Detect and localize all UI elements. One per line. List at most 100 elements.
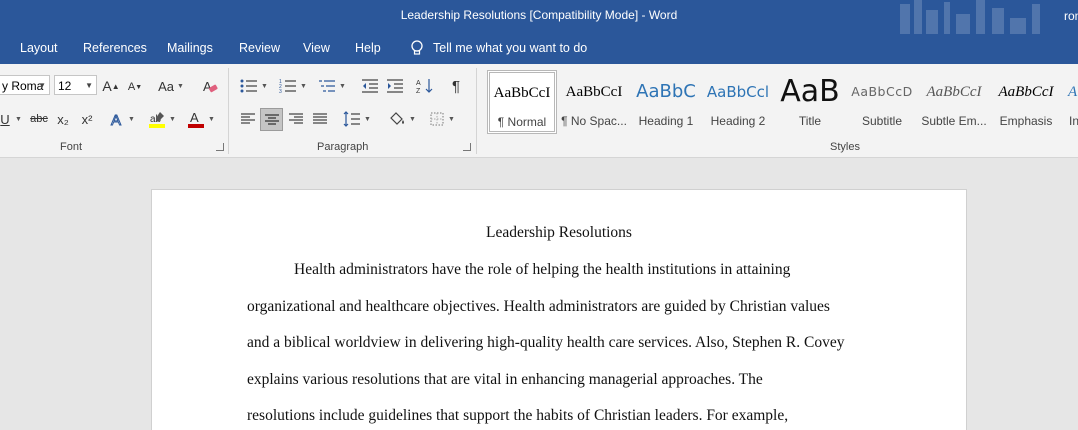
style-subtle-emphasis[interactable]: AaBbCcI Subtle Em... xyxy=(919,70,989,134)
underline-dropdown[interactable]: ▼ xyxy=(12,109,22,129)
chevron-down-icon: ▼ xyxy=(85,81,93,90)
font-color-button[interactable]: A ▼ xyxy=(184,109,218,129)
font-dialog-launcher[interactable] xyxy=(216,143,224,151)
change-case-button[interactable]: Aa ▼ xyxy=(156,76,186,96)
strikethrough-button[interactable]: abc xyxy=(29,109,49,129)
multilevel-list-button[interactable]: ▼ xyxy=(316,76,348,96)
style-label: Heading 2 xyxy=(710,114,766,128)
shading-button[interactable]: ▼ xyxy=(385,108,419,130)
clear-formatting-icon: A xyxy=(203,79,218,94)
style-preview: AaB xyxy=(780,74,840,109)
text-effects-icon: A xyxy=(111,112,122,128)
style-intense-emphasis[interactable]: A In xyxy=(1063,70,1078,134)
style-preview: AaBbCcI xyxy=(565,84,623,100)
sort-button[interactable]: AZ xyxy=(414,76,436,96)
align-right-button[interactable] xyxy=(285,108,307,130)
style-preview: AaBbCcI xyxy=(493,85,551,101)
sort-icon: AZ xyxy=(416,79,433,95)
style-heading-1[interactable]: AaBbC Heading 1 xyxy=(631,70,701,134)
paint-bucket-icon xyxy=(390,112,405,125)
style-normal[interactable]: AaBbCcI ¶ Normal xyxy=(487,70,557,134)
style-subtitle[interactable]: AaBbCcD Subtitle xyxy=(847,70,917,134)
align-center-icon xyxy=(264,113,279,125)
text-effects-button[interactable]: A ▼ xyxy=(108,109,136,129)
svg-text:Z: Z xyxy=(416,88,421,95)
align-right-icon xyxy=(289,113,303,124)
borders-button[interactable]: ▼ xyxy=(425,108,459,130)
paragraph-dialog-launcher[interactable] xyxy=(463,143,471,151)
highlighter-icon: ab xyxy=(149,112,166,128)
tab-references[interactable]: References xyxy=(83,41,147,55)
window-title: Leadership Resolutions [Compatibility Mo… xyxy=(400,8,678,22)
multilevel-list-icon xyxy=(319,80,336,92)
highlight-color-button[interactable]: ab ▼ xyxy=(145,109,179,129)
decrease-indent-button[interactable] xyxy=(359,76,381,96)
style-title[interactable]: AaB Title xyxy=(775,70,845,134)
style-preview: AaBbCcI xyxy=(926,84,982,100)
lightbulb-icon xyxy=(411,40,423,55)
tell-me-box[interactable]: Tell me what you want to do xyxy=(410,40,587,56)
tell-me-text: Tell me what you want to do xyxy=(433,41,588,55)
style-no-spacing[interactable]: AaBbCcI ¶ No Spac... xyxy=(559,70,629,134)
style-heading-2[interactable]: AaBbCcl Heading 2 xyxy=(703,70,773,134)
font-color-icon: A xyxy=(188,110,205,128)
svg-text:3: 3 xyxy=(279,89,282,94)
tab-view[interactable]: View xyxy=(303,41,330,55)
justify-button[interactable] xyxy=(309,108,331,130)
style-label: Emphasis xyxy=(999,114,1053,128)
decrease-indent-icon xyxy=(362,79,378,93)
svg-text:A: A xyxy=(416,80,421,87)
show-formatting-marks-button[interactable]: ¶ xyxy=(446,76,466,96)
font-group-label: Font xyxy=(60,141,83,153)
tab-layout[interactable]: Layout xyxy=(20,41,58,55)
account-name[interactable]: ron xyxy=(1064,9,1078,23)
shrink-font-button[interactable]: A ▼ xyxy=(126,78,144,96)
numbered-list-icon: 123 xyxy=(279,79,297,94)
style-preview: A xyxy=(1068,84,1078,100)
line-spacing-button[interactable]: ▼ xyxy=(340,108,374,130)
svg-text:A: A xyxy=(111,112,121,127)
increase-indent-button[interactable] xyxy=(384,76,406,96)
bullets-button[interactable]: ▼ xyxy=(238,76,270,96)
svg-text:A: A xyxy=(190,110,199,125)
font-size-value: 12 xyxy=(58,79,72,93)
style-preview: AaBbCcl xyxy=(706,83,770,101)
justify-icon xyxy=(313,113,327,124)
style-label: ¶ No Spac... xyxy=(561,114,627,128)
align-left-icon xyxy=(241,113,255,124)
styles-group-label: Styles xyxy=(830,141,860,153)
bullet-list-icon xyxy=(240,79,258,93)
document-line: organizational and healthcare objectives… xyxy=(247,298,830,315)
clear-formatting-button[interactable]: A xyxy=(199,76,221,96)
paragraph-group-label: Paragraph xyxy=(317,141,369,153)
align-left-button[interactable] xyxy=(237,108,259,130)
font-size-combo[interactable]: 12 ▼ xyxy=(54,75,97,95)
subscript-button[interactable]: x₂ xyxy=(53,109,73,129)
align-center-button[interactable] xyxy=(260,108,283,131)
document-line: and a biblical worldview in delivering h… xyxy=(247,334,845,351)
underline-button[interactable]: U xyxy=(0,109,10,129)
grow-font-button[interactable]: A ▲ xyxy=(102,76,120,96)
style-label: Subtitle xyxy=(861,114,903,128)
borders-icon xyxy=(430,112,444,126)
ribbon-tabs: Layout References Mailings Review View H… xyxy=(0,34,1078,64)
tab-help[interactable]: Help xyxy=(355,41,381,55)
style-label: Title xyxy=(798,114,822,128)
font-name-combo[interactable]: y Roma ▼ xyxy=(0,75,50,95)
superscript-button[interactable]: x² xyxy=(77,109,97,129)
document-page[interactable]: Leadership Resolutions Health administra… xyxy=(152,190,966,430)
style-preview: AaBbCcD xyxy=(851,84,913,99)
style-label: In xyxy=(1069,114,1078,128)
tab-mailings[interactable]: Mailings xyxy=(167,41,213,55)
style-preview: AaBbC xyxy=(636,81,696,102)
title-bar: Leadership Resolutions [Compatibility Mo… xyxy=(0,0,1078,34)
numbering-button[interactable]: 1 2 3 ▼ xyxy=(277,76,309,96)
document-line: explains various resolutions that are vi… xyxy=(247,371,763,388)
style-label: ¶ Normal xyxy=(497,115,547,129)
ribbon-home: y Roma ▼ 12 ▼ A ▲ A ▼ Aa ▼ A U ▼ abc x₂ x² A ▼… xyxy=(0,64,1078,158)
tab-review[interactable]: Review xyxy=(239,41,280,55)
group-divider xyxy=(476,68,477,154)
style-emphasis[interactable]: AaBbCcI Emphasis xyxy=(991,70,1061,134)
increase-indent-icon xyxy=(387,79,403,93)
document-line: resolutions include guidelines that supp… xyxy=(247,407,789,424)
